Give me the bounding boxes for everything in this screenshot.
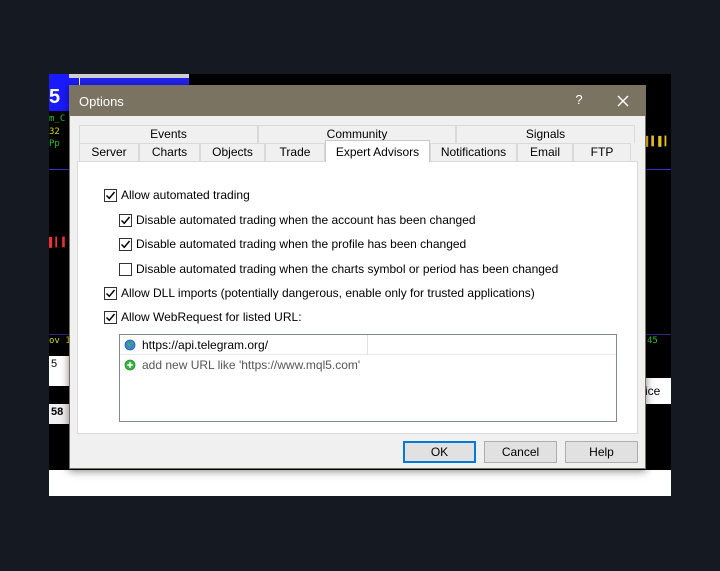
help-icon[interactable]: ? [572, 92, 586, 110]
tab-email[interactable]: Email [517, 143, 573, 161]
close-icon[interactable] [613, 90, 633, 112]
tab-ftp[interactable]: FTP [573, 143, 631, 161]
tab-expert-advisors[interactable]: Expert Advisors [325, 140, 430, 162]
ok-button[interactable]: OK [403, 441, 476, 463]
checkbox-label: Allow DLL imports (potentially dangerous… [121, 286, 535, 300]
checkbox-label: Disable automated trading when the accou… [136, 213, 476, 227]
checkbox-box[interactable] [104, 188, 117, 202]
allow-webrequest-checkbox[interactable]: Allow WebRequest for listed URL: [104, 310, 302, 324]
background-ticker: 32 [49, 127, 60, 137]
add-url-item[interactable]: add new URL like 'https://www.mql5.com' [120, 355, 616, 375]
expert-advisors-panel: Allow automated trading Disable automate… [77, 161, 638, 434]
background-strip [69, 74, 189, 78]
background-candles: ▌▍▌▎ [645, 136, 671, 146]
background-ticker: Pp [49, 139, 60, 149]
cancel-button[interactable]: Cancel [484, 441, 557, 463]
background-status-area [49, 470, 671, 496]
checkbox-label: Allow WebRequest for listed URL: [121, 310, 302, 324]
dialog-title: Options [79, 94, 124, 109]
dialog-titlebar[interactable]: Options ? [70, 86, 645, 116]
disable-on-account-change-checkbox[interactable]: Disable automated trading when the accou… [119, 213, 476, 227]
background-column-header: ice [645, 378, 671, 404]
background-axis-label: 45 [647, 336, 658, 346]
globe-icon [124, 339, 136, 350]
background-panel-label: 5 [49, 356, 69, 386]
url-list-item[interactable]: https://api.telegram.org/ [120, 335, 616, 355]
checkbox-box[interactable] [104, 310, 117, 324]
tab-events[interactable]: Events [79, 125, 258, 143]
tab-notifications[interactable]: Notifications [430, 143, 517, 161]
url-list[interactable]: https://api.telegram.org/ add new URL li… [119, 334, 617, 422]
add-icon [124, 359, 136, 371]
disable-on-profile-change-checkbox[interactable]: Disable automated trading when the profi… [119, 237, 466, 251]
checkbox-box[interactable] [119, 262, 132, 276]
background-panel-label: 58 [49, 404, 69, 424]
tab-row-bottom: Server Charts Objects Trade Expert Advis… [79, 140, 631, 162]
checkbox-box[interactable] [104, 286, 117, 300]
tab-server[interactable]: Server [79, 143, 139, 161]
column-separator [367, 335, 368, 355]
url-text: https://api.telegram.org/ [142, 337, 269, 352]
disable-on-symbol-change-checkbox[interactable]: Disable automated trading when the chart… [119, 262, 558, 276]
background-tab-label: 5 [49, 86, 61, 108]
help-button[interactable]: Help [565, 441, 638, 463]
checkbox-label: Allow automated trading [121, 188, 250, 202]
tab-charts[interactable]: Charts [139, 143, 200, 161]
background-ticker: m_C [49, 114, 66, 124]
add-url-hint: add new URL like 'https://www.mql5.com' [142, 358, 361, 372]
options-dialog: Options ? Events Community Signals Serve… [69, 85, 646, 469]
allow-automated-trading-checkbox[interactable]: Allow automated trading [104, 188, 250, 202]
tab-objects[interactable]: Objects [200, 143, 265, 161]
allow-dll-imports-checkbox[interactable]: Allow DLL imports (potentially dangerous… [104, 286, 535, 300]
checkbox-box[interactable] [119, 213, 132, 227]
checkbox-box[interactable] [119, 237, 132, 251]
checkbox-label: Disable automated trading when the chart… [136, 262, 559, 276]
tab-trade[interactable]: Trade [265, 143, 325, 161]
tab-signals[interactable]: Signals [456, 125, 635, 143]
checkbox-label: Disable automated trading when the profi… [136, 237, 467, 251]
